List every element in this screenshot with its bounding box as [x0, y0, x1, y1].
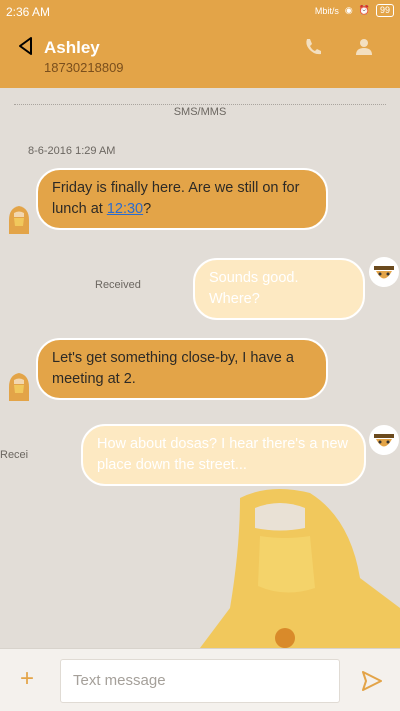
delivery-status: Recei [0, 449, 29, 461]
wifi-icon: ◉ [344, 5, 353, 15]
delivery-status: Received [95, 279, 141, 291]
send-icon[interactable] [360, 669, 384, 693]
message-composer: + Text message [0, 648, 400, 711]
incoming-message-bubble[interactable]: Friday is finally here. Are we still on … [36, 168, 328, 230]
message-text: How about dosas? I hear there's a new pl… [97, 436, 349, 473]
contact-name: Ashley [44, 38, 100, 57]
contact-phone-number: 18730218809 [44, 60, 124, 75]
separator-line [14, 104, 386, 105]
message-text: Friday is finally here. Are we still on … [52, 180, 300, 217]
status-bar: 2:36 AM Mbit/s ◉ ⏰ 99 [0, 0, 400, 24]
outgoing-message-bubble[interactable]: Sounds good. Where? [193, 258, 365, 320]
message-text: Let's get something close-by, I have a m… [52, 350, 294, 387]
status-icons: Mbit/s ◉ ⏰ 99 [315, 4, 394, 17]
user-avatar[interactable] [368, 424, 400, 456]
contact-icon[interactable] [353, 36, 375, 58]
time-link[interactable]: 12:30 [107, 201, 143, 217]
message-input[interactable]: Text message [60, 659, 340, 703]
contact-avatar[interactable] [7, 204, 31, 236]
separator-label: SMS/MMS [0, 106, 400, 118]
message-text: Sounds good. Where? [209, 270, 299, 307]
status-time: 2:36 AM [6, 5, 51, 19]
network-speed: Mbit/s [314, 5, 339, 16]
outgoing-message-bubble[interactable]: How about dosas? I hear there's a new pl… [81, 424, 366, 486]
phone-icon[interactable] [302, 36, 324, 58]
alarm-icon: ⏰ [358, 5, 370, 15]
contact-avatar[interactable] [7, 371, 31, 403]
message-text: ? [143, 201, 152, 217]
conversation-header: Ashley 18730218809 [0, 24, 400, 88]
incoming-message-bubble[interactable]: Let's get something close-by, I have a m… [36, 338, 328, 400]
wallpaper-illustration [200, 489, 400, 648]
message-date: 8-6-2016 1:29 AM [28, 145, 116, 157]
plus-icon[interactable]: + [20, 667, 34, 691]
message-list[interactable]: SMS/MMS 8-6-2016 1:29 AM Friday is final… [0, 88, 400, 648]
back-arrow-icon[interactable] [16, 36, 36, 56]
battery-indicator: 99 [375, 4, 394, 17]
user-avatar[interactable] [368, 256, 400, 288]
